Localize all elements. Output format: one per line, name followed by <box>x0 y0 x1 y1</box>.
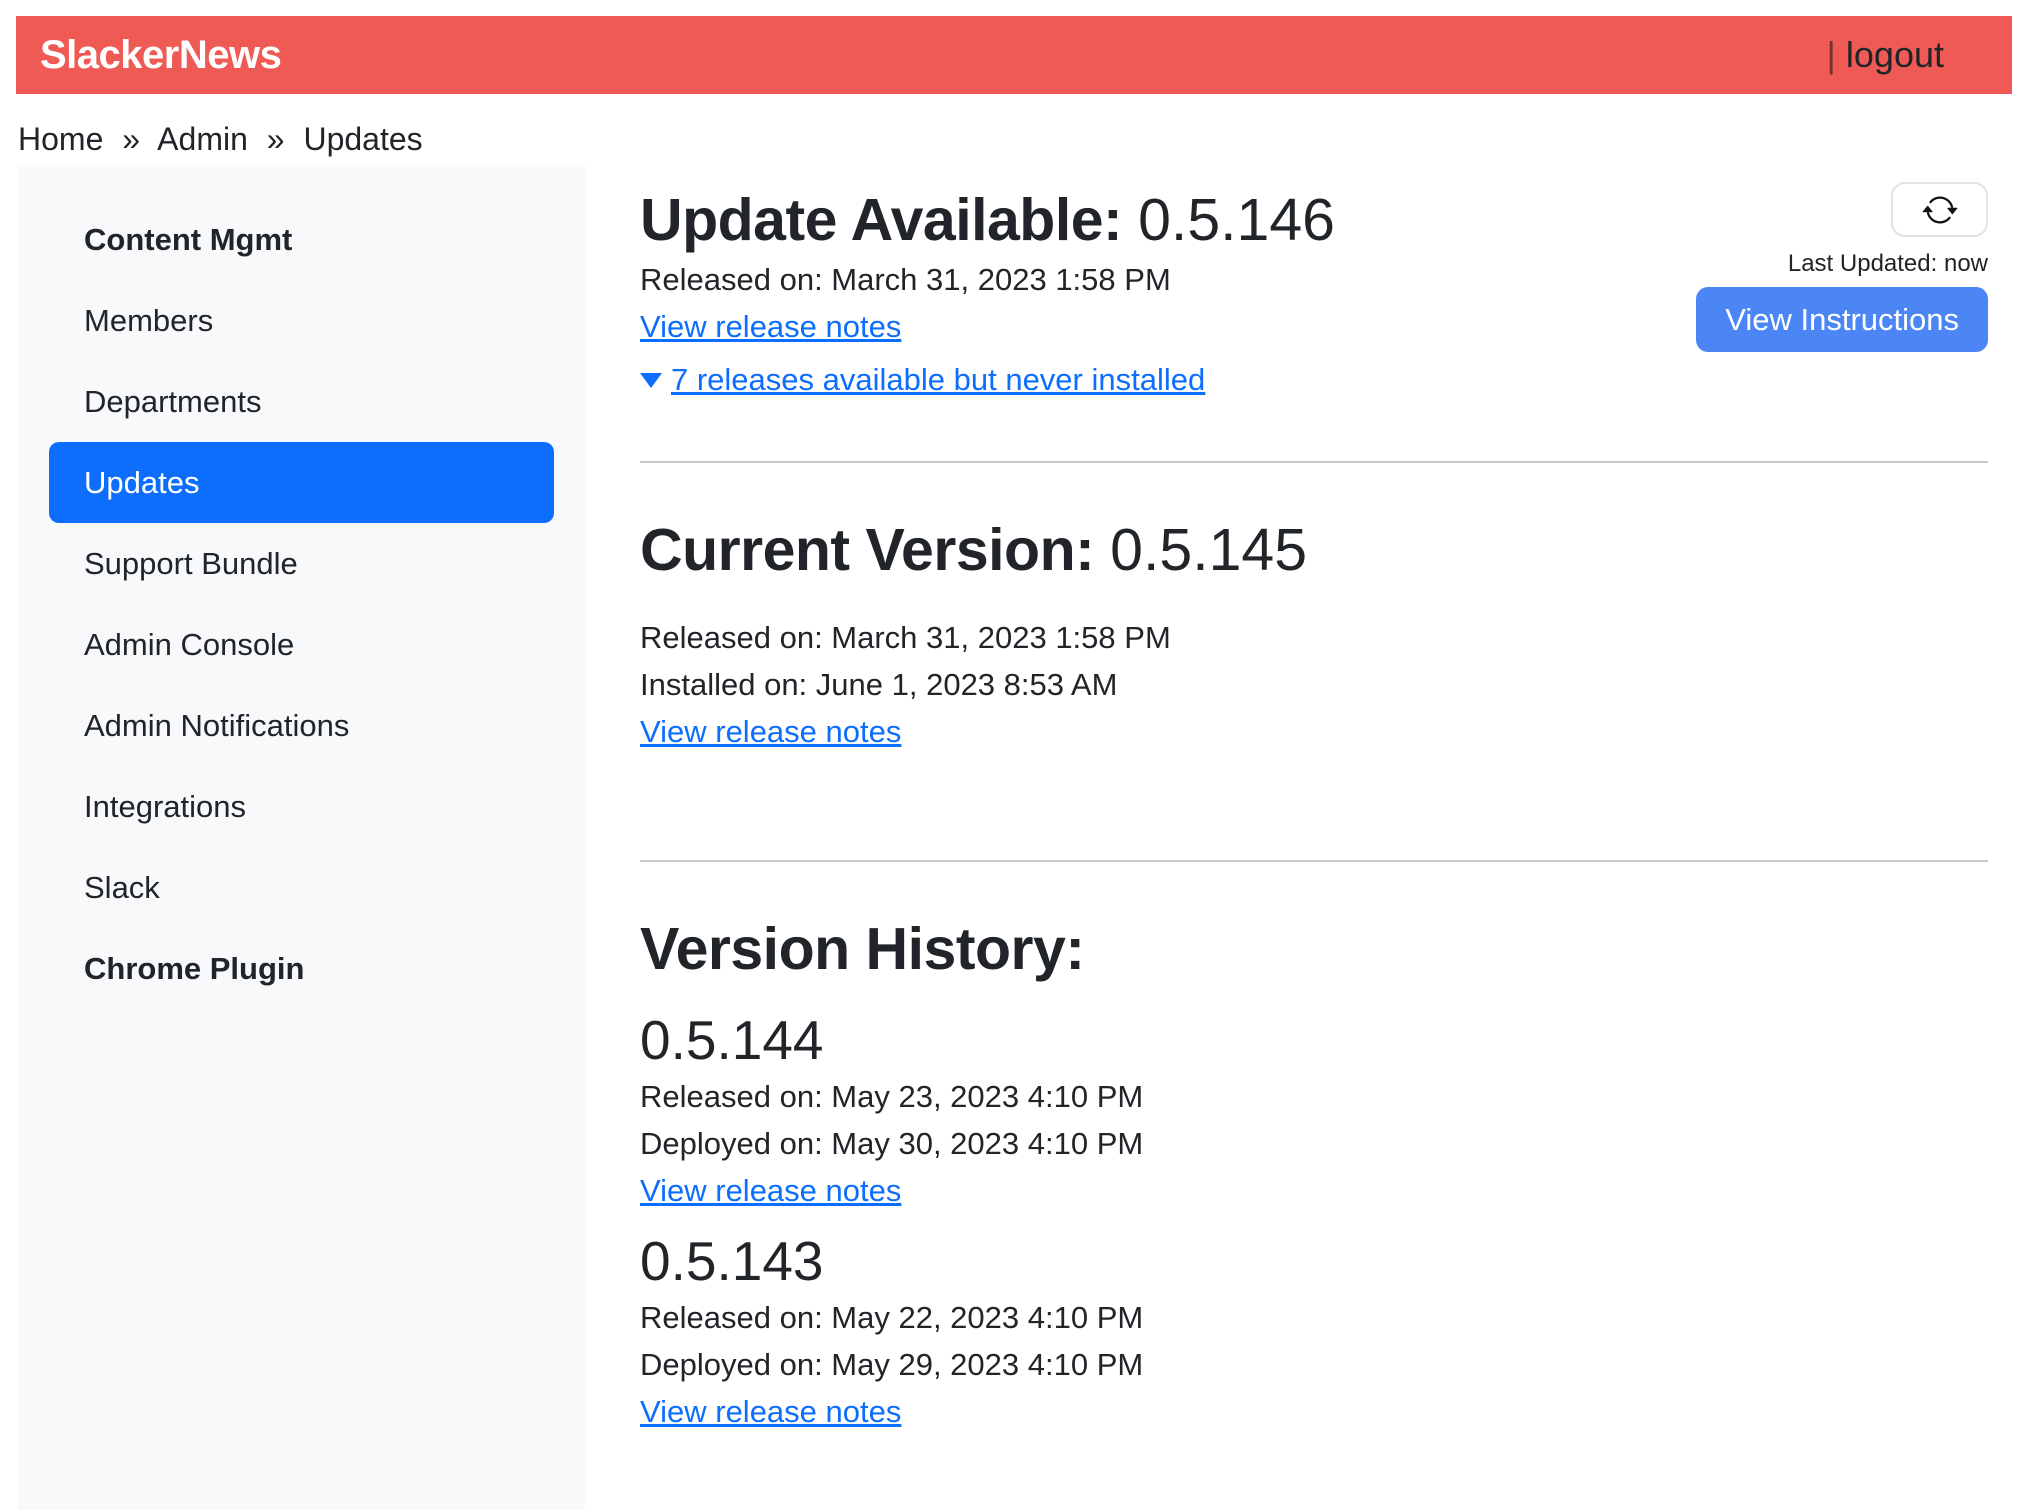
main-content: Last Updated: now View Instructions Upda… <box>640 165 1988 1441</box>
history-release-notes-link[interactable]: View release notes <box>640 1394 901 1429</box>
sidebar-item-updates[interactable]: Updates <box>49 442 554 523</box>
breadcrumb: Home » Admin » Updates <box>18 120 423 158</box>
update-available-label: Update Available: <box>640 187 1122 253</box>
history-version-number: 0.5.143 <box>640 1228 1988 1294</box>
breadcrumb-separator: » <box>122 121 140 157</box>
admin-sidebar: Content Mgmt Members Departments Updates… <box>18 165 585 1510</box>
history-version-number: 0.5.144 <box>640 1007 1988 1073</box>
current-released-on: Released on: March 31, 2023 1:58 PM <box>640 614 1988 661</box>
breadcrumb-admin[interactable]: Admin <box>157 121 248 157</box>
update-available-version: 0.5.146 <box>1138 187 1335 253</box>
current-version-label: Current Version: <box>640 517 1094 583</box>
sidebar-item-slack[interactable]: Slack <box>49 847 554 928</box>
app-header: SlackerNews | logout <box>16 16 2012 94</box>
view-instructions-button[interactable]: View Instructions <box>1696 287 1988 352</box>
logout-separator: | <box>1827 34 1836 76</box>
history-released-on: Released on: May 22, 2023 4:10 PM <box>640 1294 1988 1341</box>
section-divider <box>640 860 1988 862</box>
history-released-on: Released on: May 23, 2023 4:10 PM <box>640 1073 1988 1120</box>
refresh-button[interactable] <box>1891 182 1988 237</box>
sidebar-item-departments[interactable]: Departments <box>49 361 554 442</box>
sidebar-item-support-bundle[interactable]: Support Bundle <box>49 523 554 604</box>
history-deployed-on: Deployed on: May 29, 2023 4:10 PM <box>640 1341 1988 1388</box>
sidebar-item-chrome-plugin[interactable]: Chrome Plugin <box>49 928 554 1009</box>
version-history-entry: 0.5.143 Released on: May 22, 2023 4:10 P… <box>640 1228 1988 1441</box>
version-history-entry: 0.5.144 Released on: May 23, 2023 4:10 P… <box>640 1007 1988 1220</box>
last-updated-text: Last Updated: now <box>1788 250 1988 277</box>
breadcrumb-updates[interactable]: Updates <box>303 121 422 157</box>
sidebar-item-admin-console[interactable]: Admin Console <box>49 604 554 685</box>
sidebar-item-content-mgmt[interactable]: Content Mgmt <box>49 199 554 280</box>
brand-title[interactable]: SlackerNews <box>40 33 281 78</box>
current-version-heading: Current Version: 0.5.145 <box>640 515 1988 586</box>
releases-never-installed-link[interactable]: 7 releases available but never installed <box>671 362 1205 397</box>
version-history-heading: Version History: <box>640 914 1988 985</box>
logout-link[interactable]: logout <box>1846 34 1944 76</box>
refresh-icon <box>1922 192 1958 228</box>
caret-down-icon <box>640 373 662 388</box>
sidebar-item-integrations[interactable]: Integrations <box>49 766 554 847</box>
breadcrumb-separator: » <box>267 121 285 157</box>
history-release-notes-link[interactable]: View release notes <box>640 1173 901 1208</box>
section-divider <box>640 461 1988 463</box>
history-deployed-on: Deployed on: May 30, 2023 4:10 PM <box>640 1120 1988 1167</box>
breadcrumb-home[interactable]: Home <box>18 121 103 157</box>
update-release-notes-link[interactable]: View release notes <box>640 309 901 344</box>
sidebar-item-members[interactable]: Members <box>49 280 554 361</box>
current-installed-on: Installed on: June 1, 2023 8:53 AM <box>640 661 1988 708</box>
current-version-number: 0.5.145 <box>1110 517 1307 583</box>
update-controls: Last Updated: now View Instructions <box>1696 182 1988 352</box>
sidebar-item-admin-notifications[interactable]: Admin Notifications <box>49 685 554 766</box>
logout-area: | logout <box>1827 34 1944 76</box>
current-release-notes-link[interactable]: View release notes <box>640 714 901 749</box>
